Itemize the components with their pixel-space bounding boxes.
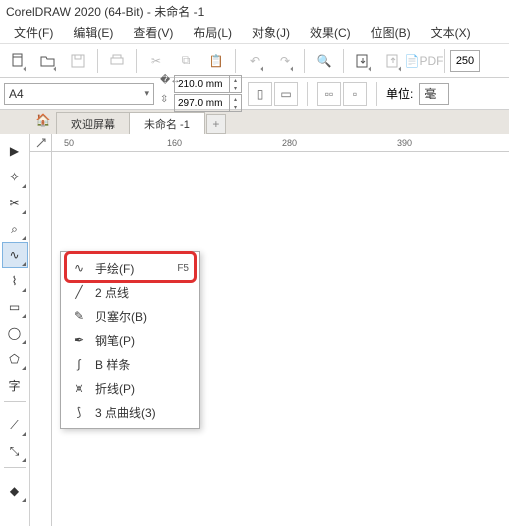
flyout-polyline[interactable]: ⩙折线(P) — [61, 376, 199, 400]
connector-tool[interactable]: ⤡ — [2, 438, 28, 464]
cut-button[interactable]: ✂ — [142, 47, 170, 75]
new-button[interactable] — [4, 47, 32, 75]
freehand-tool[interactable]: ∿ — [2, 242, 28, 268]
menu-file[interactable]: 文件(F) — [4, 22, 63, 43]
rectangle-tool[interactable]: ▭ — [2, 294, 28, 320]
ruler-origin[interactable] — [30, 134, 52, 152]
tab-welcome[interactable]: 欢迎屏幕 — [56, 112, 130, 134]
menu-view[interactable]: 查看(V) — [123, 22, 183, 43]
toolbox-separator — [4, 401, 26, 409]
open-button[interactable] — [34, 47, 62, 75]
page-width-input[interactable]: 210.0 mm — [174, 75, 230, 93]
bspline-icon: ∫ — [71, 357, 87, 371]
menu-text[interactable]: 文本(X) — [421, 22, 481, 43]
toolbox: ▶ ✧ ✂ ⌕ ∿ ⌇ ▭ ◯ ⬠ 字 ⟋ ⤡ ◆ — [0, 134, 30, 526]
bezier-icon: ✎ — [71, 309, 87, 323]
menu-edit[interactable]: 编辑(E) — [63, 22, 123, 43]
portrait-button[interactable]: ▯ — [248, 82, 272, 106]
drop-shadow-tool[interactable]: ◆ — [2, 478, 28, 504]
publish-pdf-button[interactable]: 📄PDF — [409, 47, 439, 75]
document-tabs: 🏠 欢迎屏幕 未命名 -1 + — [0, 110, 509, 134]
units-combo[interactable]: 毫 — [419, 83, 449, 105]
app-title: CorelDRAW 2020 (64-Bit) - 未命名 -1 — [6, 3, 204, 20]
flyout-bspline[interactable]: ∫B 样条 — [61, 352, 199, 376]
three-point-curve-icon: ⟆ — [71, 405, 87, 419]
toolbox-separator-2 — [4, 467, 26, 475]
current-page-button[interactable]: ▫ — [343, 82, 367, 106]
save-button[interactable] — [64, 47, 92, 75]
pen-icon: ✒ — [71, 333, 87, 347]
zoom-level-input[interactable]: 250 — [450, 50, 480, 72]
ellipse-tool[interactable]: ◯ — [2, 320, 28, 346]
page-size-combo[interactable]: A4▾ — [4, 83, 154, 105]
flyout-2point-line[interactable]: ╱2 点线 — [61, 280, 199, 304]
menu-bitmap[interactable]: 位图(B) — [361, 22, 421, 43]
flyout-freehand[interactable]: ∿手绘(F)F5 — [61, 256, 199, 280]
drawing-canvas[interactable]: 50 160 280 390 ∿手绘(F)F5 ╱2 点线 ✎贝塞尔(B) ✒钢… — [30, 134, 509, 526]
home-tab[interactable]: 🏠 — [32, 110, 54, 130]
page-height-input[interactable]: 297.0 mm — [174, 94, 230, 112]
landscape-button[interactable]: ▭ — [274, 82, 298, 106]
horizontal-ruler[interactable]: 50 160 280 390 — [52, 134, 509, 152]
flyout-pen[interactable]: ✒钢笔(P) — [61, 328, 199, 352]
vertical-ruler[interactable] — [30, 152, 52, 526]
import-button[interactable] — [349, 47, 377, 75]
polyline-icon: ⩙ — [71, 381, 87, 396]
new-tab-button[interactable]: + — [206, 114, 226, 134]
two-point-line-icon: ╱ — [71, 285, 87, 299]
copy-button[interactable]: ⧉ — [172, 47, 200, 75]
search-button[interactable]: 🔍 — [310, 47, 338, 75]
zoom-tool[interactable]: ⌕ — [2, 216, 28, 242]
flyout-bezier[interactable]: ✎贝塞尔(B) — [61, 304, 199, 328]
property-bar: A4▾ �↔210.0 mm▴▾ ⇳297.0 mm▴▾ ▯ ▭ ▫▫ ▫ 单位… — [0, 78, 509, 110]
menu-bar: 文件(F) 编辑(E) 查看(V) 布局(L) 对象(J) 效果(C) 位图(B… — [0, 22, 509, 44]
redo-button[interactable]: ↷ — [271, 47, 299, 75]
artistic-media-tool[interactable]: ⌇ — [2, 268, 28, 294]
text-tool[interactable]: 字 — [2, 372, 28, 398]
crop-tool[interactable]: ✂ — [2, 190, 28, 216]
menu-object[interactable]: 对象(J) — [242, 22, 300, 43]
paste-button[interactable]: 📋 — [202, 47, 230, 75]
standard-toolbar: ✂ ⧉ 📋 ↶ ↷ 🔍 📄PDF 250 — [0, 44, 509, 78]
freehand-icon: ∿ — [71, 261, 87, 275]
curve-tools-flyout: ∿手绘(F)F5 ╱2 点线 ✎贝塞尔(B) ✒钢笔(P) ∫B 样条 ⩙折线(… — [60, 251, 200, 429]
parallel-dimension-tool[interactable]: ⟋ — [2, 412, 28, 438]
all-pages-button[interactable]: ▫▫ — [317, 82, 341, 106]
workspace: ▶ ✧ ✂ ⌕ ∿ ⌇ ▭ ◯ ⬠ 字 ⟋ ⤡ ◆ 50 160 280 390… — [0, 134, 509, 526]
polygon-tool[interactable]: ⬠ — [2, 346, 28, 372]
flyout-3point-curve[interactable]: ⟆3 点曲线(3) — [61, 400, 199, 424]
pick-tool[interactable]: ▶ — [2, 138, 28, 164]
units-label: 单位: — [386, 85, 413, 102]
tab-document-1[interactable]: 未命名 -1 — [129, 112, 205, 134]
shape-tool[interactable]: ✧ — [2, 164, 28, 190]
undo-button[interactable]: ↶ — [241, 47, 269, 75]
print-button[interactable] — [103, 47, 131, 75]
menu-effects[interactable]: 效果(C) — [300, 22, 361, 43]
menu-layout[interactable]: 布局(L) — [183, 22, 242, 43]
title-bar: CorelDRAW 2020 (64-Bit) - 未命名 -1 — [0, 0, 509, 22]
export-button[interactable] — [379, 47, 407, 75]
